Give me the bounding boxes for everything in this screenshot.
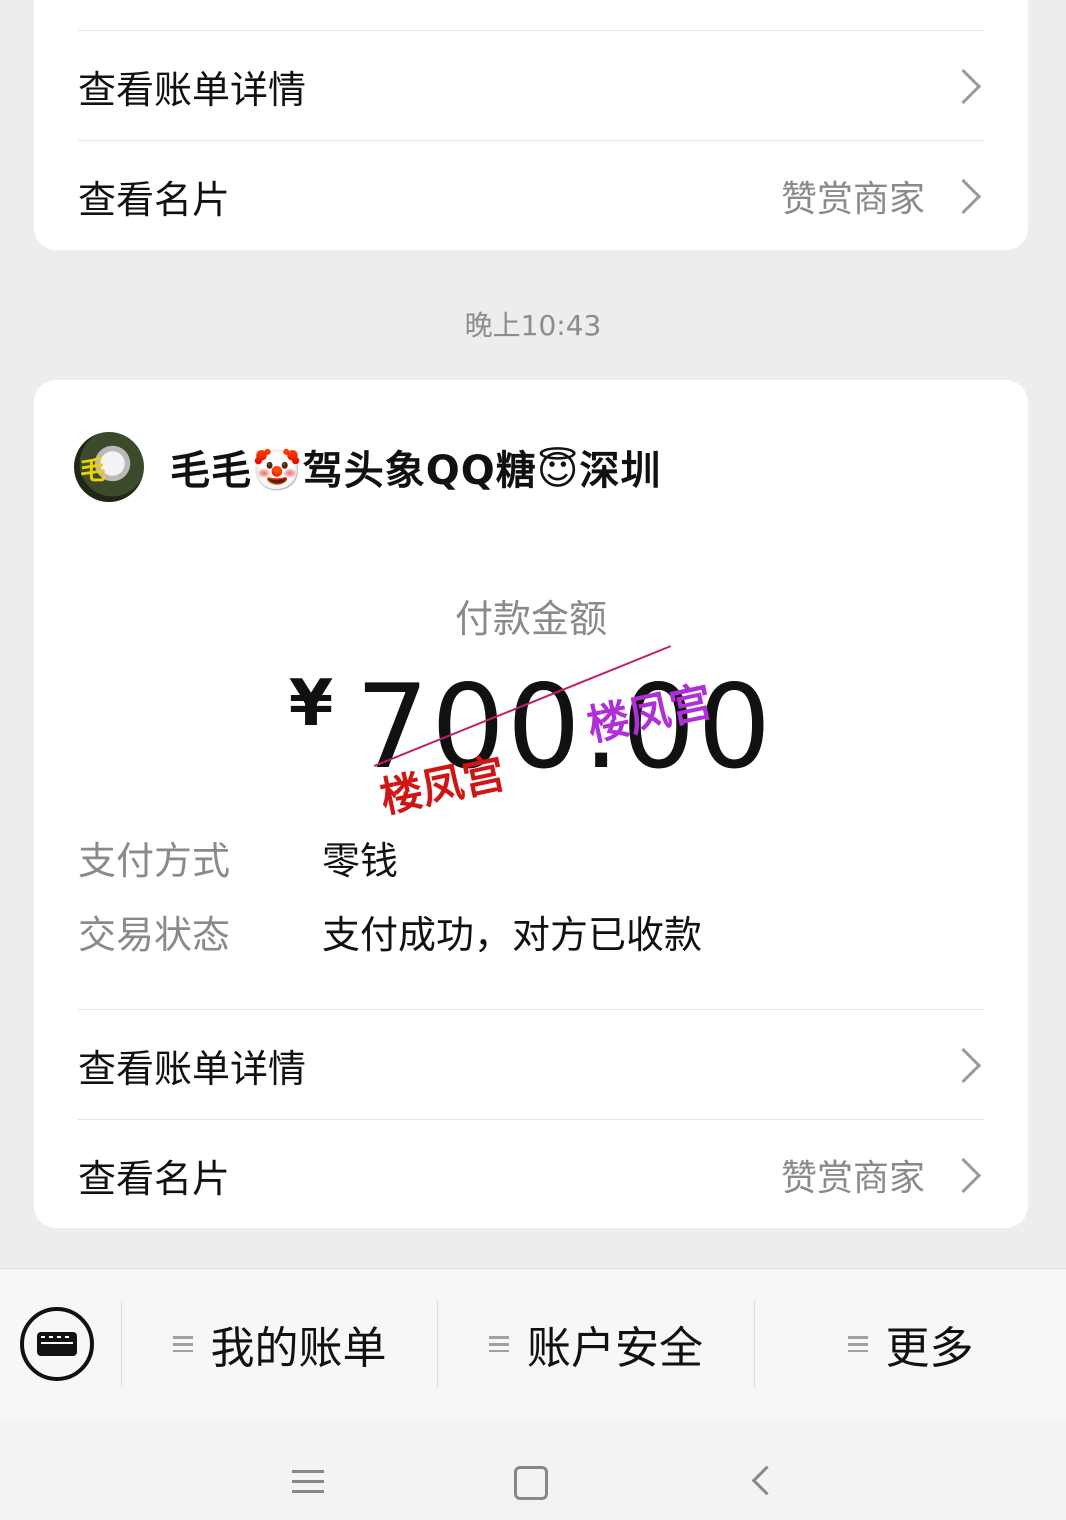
currency-symbol: ¥ bbox=[288, 667, 334, 741]
transaction-status-row: 交易状态 支付成功，对方已收款 bbox=[78, 904, 702, 959]
menu-item-label: 我的账单 bbox=[210, 1323, 387, 1374]
payment-method-label: 支付方式 bbox=[78, 839, 231, 883]
back-icon[interactable] bbox=[751, 1465, 782, 1496]
payment-method-row: 支付方式 零钱 bbox=[78, 830, 398, 885]
menu-item-my-bills[interactable]: 我的账单 bbox=[122, 1269, 437, 1419]
menu-lines-icon bbox=[489, 1336, 509, 1352]
menu-item-label: 账户安全 bbox=[527, 1323, 703, 1374]
chevron-right-icon bbox=[945, 68, 982, 104]
view-card-row[interactable]: 查看名片 赞赏商家 bbox=[78, 1119, 984, 1230]
menu-lines-icon bbox=[172, 1336, 193, 1352]
transaction-status-label: 交易状态 bbox=[78, 913, 231, 957]
menu-item-more[interactable]: 更多 bbox=[755, 1269, 1066, 1419]
chevron-right-icon bbox=[945, 1157, 982, 1193]
reward-merchant-hint: 赞赏商家 bbox=[780, 179, 925, 220]
official-account-menu: 我的账单 账户安全 更多 bbox=[0, 1268, 1066, 1420]
menu-lines-icon bbox=[847, 1336, 868, 1352]
bill-details-row[interactable]: 查看账单详情 bbox=[78, 1009, 984, 1120]
menu-item-label: 更多 bbox=[885, 1323, 974, 1374]
bill-details-row-prev[interactable]: 查看账单详情 bbox=[78, 30, 984, 141]
transaction-status-value: 支付成功，对方已收款 bbox=[322, 913, 703, 957]
payment-amount: ¥700.00 bbox=[34, 660, 1028, 795]
home-icon[interactable] bbox=[514, 1466, 548, 1500]
chevron-right-icon bbox=[945, 178, 982, 214]
message-timestamp: 晚上10:43 bbox=[464, 309, 602, 342]
merchant-avatar[interactable] bbox=[74, 432, 144, 502]
reward-merchant-hint: 赞赏商家 bbox=[780, 1158, 925, 1199]
menu-icon[interactable] bbox=[292, 1470, 324, 1494]
payment-method-value: 零钱 bbox=[322, 839, 399, 883]
amount-caption: 付款金额 bbox=[454, 597, 607, 641]
merchant-header[interactable]: 毛毛🤡驾头象QQ糖😇深圳 bbox=[74, 432, 662, 502]
payment-card: 毛毛🤡驾头象QQ糖😇深圳 付款金额 ¥700.00 楼凤宫 楼凤宫 支付方式 零… bbox=[34, 380, 1028, 1228]
chevron-right-icon bbox=[945, 1047, 982, 1083]
bill-details-label: 查看账单详情 bbox=[78, 1046, 307, 1091]
system-navigation-bar bbox=[0, 1418, 1066, 1520]
previous-payment-card: 查看账单详情 查看名片 赞赏商家 bbox=[34, 0, 1028, 250]
merchant-name: 毛毛🤡驾头象QQ糖😇深圳 bbox=[170, 448, 662, 494]
view-card-label: 查看名片 bbox=[78, 1156, 231, 1201]
bill-details-label: 查看账单详情 bbox=[78, 67, 307, 112]
view-card-label: 查看名片 bbox=[78, 177, 231, 222]
view-card-row-prev[interactable]: 查看名片 赞赏商家 bbox=[78, 140, 984, 251]
keyboard-icon[interactable] bbox=[20, 1307, 94, 1381]
menu-item-account-security[interactable]: 账户安全 bbox=[438, 1269, 754, 1419]
